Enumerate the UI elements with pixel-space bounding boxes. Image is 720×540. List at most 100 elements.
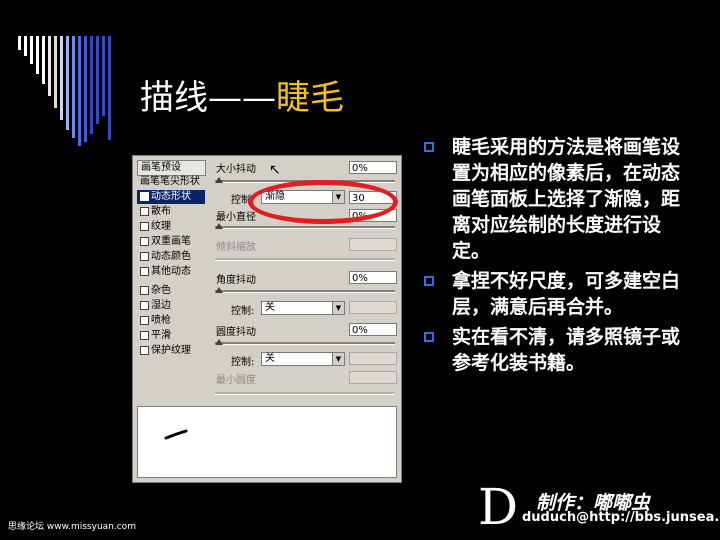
bullet-square-icon: [424, 276, 434, 286]
size-jitter-field[interactable]: 0%: [349, 161, 397, 174]
sidebar-item-label: 动态颜色: [151, 251, 191, 262]
bullet-item: 拿捏不好尺度，可多建空白层，满意后再合并。: [420, 268, 690, 320]
sidebar-item-label: 画笔预设: [141, 162, 181, 173]
slider-knob[interactable]: [215, 287, 223, 293]
control3-option: 关: [265, 353, 275, 364]
bullet-square-icon: [424, 142, 434, 152]
control3-steps-field: [349, 352, 397, 365]
stripe-bar: [36, 36, 39, 74]
control2-steps-field: [349, 301, 397, 314]
stripe-bar: [96, 36, 99, 124]
angle-jitter-label: 角度抖动: [216, 275, 256, 286]
tilt-scale-field: [349, 238, 397, 251]
control3-select[interactable]: 关 ▼: [261, 352, 345, 366]
sidebar-item-3[interactable]: 散布: [137, 205, 205, 219]
stripe-bar: [48, 36, 51, 96]
stripe-bar: [84, 36, 87, 142]
title-main: 描线——: [140, 78, 276, 118]
min-roundness-slider: [215, 392, 395, 395]
stripe-bar: [54, 36, 57, 108]
sidebar-item-label: 纹理: [151, 221, 171, 232]
sidebar-item-1[interactable]: 画笔笔尖形状: [137, 175, 208, 189]
sidebar-item-label: 其他动态: [151, 266, 191, 277]
checkbox[interactable]: [140, 300, 149, 310]
sidebar-item-label: 双重画笔: [151, 236, 191, 247]
brush-stroke-preview: [137, 406, 397, 478]
stripe-bar: [30, 36, 33, 64]
brush-sidebar: 画笔预设画笔笔尖形状 动态形状散布纹理双重画笔动态颜色其他动态杂色湿边喷枪平滑保护…: [137, 160, 207, 400]
stripe-bar: [60, 36, 63, 120]
sidebar-item-label: 动态形状: [151, 191, 191, 202]
slider-knob[interactable]: [215, 339, 223, 345]
sidebar-item-6[interactable]: 动态颜色: [137, 250, 205, 264]
chevron-down-icon[interactable]: ▼: [332, 353, 344, 365]
bullet-item: 睫毛采用的方法是将画笔设置为相应的像素后，在动态画笔面板上选择了渐隐，距离对应绘…: [420, 134, 690, 264]
size-jitter-label: 大小抖动: [216, 164, 256, 175]
slide-title: 描线——睫毛: [140, 70, 344, 119]
sidebar-item-7[interactable]: 其他动态: [137, 265, 205, 279]
min-diameter-slider[interactable]: [215, 223, 395, 229]
sidebar-item-12[interactable]: 保护纹理: [137, 344, 205, 358]
stripe-bar: [66, 36, 69, 130]
stripe-bar: [42, 36, 45, 84]
checkbox[interactable]: [140, 221, 149, 231]
min-roundness-field: [349, 371, 397, 384]
angle-jitter-slider[interactable]: [215, 287, 395, 293]
watermark: 思缘论坛 www.missyuan.com: [8, 522, 136, 532]
checkbox[interactable]: [140, 191, 149, 201]
stripe-bar: [24, 36, 27, 56]
control2-select[interactable]: 关 ▼: [261, 301, 345, 315]
logo-letter: D: [478, 478, 519, 536]
sidebar-item-label: 散布: [151, 206, 171, 217]
stripe-bar: [102, 36, 105, 116]
angle-jitter-field[interactable]: 0%: [349, 271, 397, 284]
control3-label: 控制:: [231, 357, 255, 368]
bullet-list: 睫毛采用的方法是将画笔设置为相应的像素后，在动态画笔面板上选择了渐隐，距离对应绘…: [420, 134, 690, 380]
highlight-ellipse: [248, 180, 398, 224]
sidebar-item-label: 保护纹理: [151, 345, 191, 356]
sidebar-item-label: 湿边: [151, 300, 171, 311]
sidebar-item-0[interactable]: 画笔预设: [137, 160, 206, 176]
sidebar-item-8[interactable]: 杂色: [137, 284, 205, 298]
stripe-bar: [108, 36, 111, 140]
checkbox[interactable]: [140, 285, 149, 295]
stripe-bar: [90, 36, 93, 134]
bullet-item: 实在看不清，请多照镜子或参考化装书籍。: [420, 324, 690, 376]
sidebar-item-label: 画笔笔尖形状: [140, 176, 200, 187]
checkbox[interactable]: [140, 206, 149, 216]
slider-knob[interactable]: [215, 177, 223, 183]
roundness-jitter-field[interactable]: 0%: [349, 323, 397, 336]
stroke-preview-graphic: [164, 429, 188, 440]
sidebar-item-4[interactable]: 纹理: [137, 220, 205, 234]
bullet-square-icon: [424, 332, 434, 342]
roundness-jitter-label: 圆度抖动: [216, 327, 256, 338]
sidebar-item-label: 喷枪: [151, 315, 171, 326]
roundness-jitter-slider[interactable]: [215, 339, 395, 345]
sidebar-item-10[interactable]: 喷枪: [137, 314, 205, 328]
title-highlight: 睫毛: [276, 78, 344, 118]
author-email: duduch@http://bbs.junsea.com: [522, 510, 720, 525]
sidebar-item-11[interactable]: 平滑: [137, 329, 205, 343]
tilt-scale-slider: [215, 258, 395, 261]
stripe-bar: [18, 36, 21, 50]
checkbox[interactable]: [140, 315, 149, 325]
checkbox[interactable]: [140, 251, 149, 261]
min-roundness-label: 最小圆度: [216, 375, 256, 386]
sidebar-item-label: 杂色: [151, 285, 171, 296]
sidebar-item-2[interactable]: 动态形状: [137, 190, 205, 204]
stripe-bar: [78, 36, 81, 146]
sidebar-item-9[interactable]: 湿边: [137, 299, 205, 313]
control2-option: 关: [265, 302, 275, 313]
tilt-scale-label: 倾斜缩放: [216, 242, 256, 253]
checkbox[interactable]: [140, 266, 149, 276]
sidebar-item-5[interactable]: 双重画笔: [137, 235, 205, 249]
checkbox[interactable]: [140, 236, 149, 246]
min-diameter-label: 最小直径: [216, 212, 256, 223]
slider-knob[interactable]: [215, 223, 223, 229]
sidebar-item-label: 平滑: [151, 330, 171, 341]
checkbox[interactable]: [140, 345, 149, 355]
chevron-down-icon[interactable]: ▼: [332, 302, 344, 314]
control2-label: 控制:: [231, 306, 255, 317]
stripe-bar: [72, 36, 75, 138]
checkbox[interactable]: [140, 330, 149, 340]
